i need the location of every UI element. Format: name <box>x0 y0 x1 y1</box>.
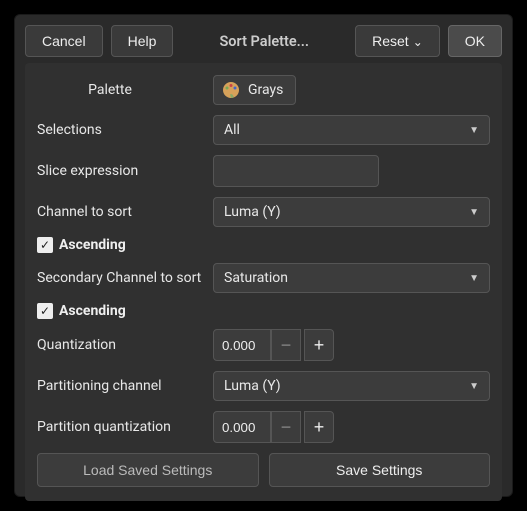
quantization-plus-button[interactable]: + <box>304 329 334 361</box>
reset-label: Reset <box>372 33 409 49</box>
selections-label: Selections <box>37 122 213 138</box>
quantization-input[interactable] <box>213 329 271 361</box>
partition-quant-input[interactable] <box>213 411 271 443</box>
ascending1-checkbox[interactable]: ✓ <box>37 237 53 253</box>
palette-selector[interactable]: Grays <box>213 75 296 105</box>
save-settings-button[interactable]: Save Settings <box>269 453 491 487</box>
chevron-down-icon: ▼ <box>469 381 479 392</box>
partition-quant-minus-button[interactable]: − <box>271 411 301 443</box>
secondary-label: Secondary Channel to sort <box>37 270 213 286</box>
slice-label: Slice expression <box>37 163 213 179</box>
partitioning-dropdown[interactable]: Luma (Y) ▼ <box>213 371 490 401</box>
quantization-spinner: − + <box>213 329 334 361</box>
dialog-title: Sort Palette... <box>181 33 347 50</box>
channel-value: Luma (Y) <box>224 204 281 220</box>
partitioning-row: Partitioning channel Luma (Y) ▼ <box>37 371 490 401</box>
chevron-down-icon: ▼ <box>469 273 479 284</box>
ascending2-label: Ascending <box>59 303 126 319</box>
partition-quant-row: Partition quantization − + <box>37 411 490 443</box>
selections-dropdown[interactable]: All ▼ <box>213 115 490 145</box>
top-bar: Cancel Help Sort Palette... Reset ⌄ OK <box>25 25 502 57</box>
partitioning-value: Luma (Y) <box>224 378 281 394</box>
quantization-minus-button[interactable]: − <box>271 329 301 361</box>
ascending2-row: ✓ Ascending <box>37 303 490 319</box>
form-area: Palette Grays Sele <box>25 63 502 501</box>
help-button[interactable]: Help <box>111 25 174 57</box>
palette-row: Palette Grays <box>37 75 490 105</box>
palette-icon <box>222 81 240 99</box>
channel-row: Channel to sort Luma (Y) ▼ <box>37 197 490 227</box>
channel-label: Channel to sort <box>37 204 213 220</box>
channel-dropdown[interactable]: Luma (Y) ▼ <box>213 197 490 227</box>
slice-input[interactable] <box>213 155 379 187</box>
dialog-panel: Cancel Help Sort Palette... Reset ⌄ OK Pa… <box>14 14 513 497</box>
ok-button[interactable]: OK <box>448 25 502 57</box>
ascending2-checkbox[interactable]: ✓ <box>37 303 53 319</box>
secondary-row: Secondary Channel to sort Saturation ▼ <box>37 263 490 293</box>
partition-quant-label: Partition quantization <box>37 419 213 435</box>
chevron-down-icon: ▼ <box>469 125 479 136</box>
slice-row: Slice expression <box>37 155 490 187</box>
partition-quant-spinner: − + <box>213 411 334 443</box>
quantization-row: Quantization − + <box>37 329 490 361</box>
reset-button[interactable]: Reset ⌄ <box>355 25 440 57</box>
secondary-value: Saturation <box>224 270 288 286</box>
bottom-row: Load Saved Settings Save Settings <box>37 453 490 487</box>
quantization-label: Quantization <box>37 337 213 353</box>
selections-value: All <box>224 122 240 138</box>
palette-value: Grays <box>248 82 283 98</box>
secondary-dropdown[interactable]: Saturation ▼ <box>213 263 490 293</box>
partition-quant-plus-button[interactable]: + <box>304 411 334 443</box>
partitioning-label: Partitioning channel <box>37 378 213 394</box>
ascending1-row: ✓ Ascending <box>37 237 490 253</box>
chevron-down-icon: ▼ <box>469 207 479 218</box>
selections-row: Selections All ▼ <box>37 115 490 145</box>
cancel-button[interactable]: Cancel <box>25 25 103 57</box>
load-settings-button[interactable]: Load Saved Settings <box>37 453 259 487</box>
ascending1-label: Ascending <box>59 237 126 253</box>
chevron-down-icon: ⌄ <box>413 35 423 49</box>
palette-label: Palette <box>37 82 213 98</box>
